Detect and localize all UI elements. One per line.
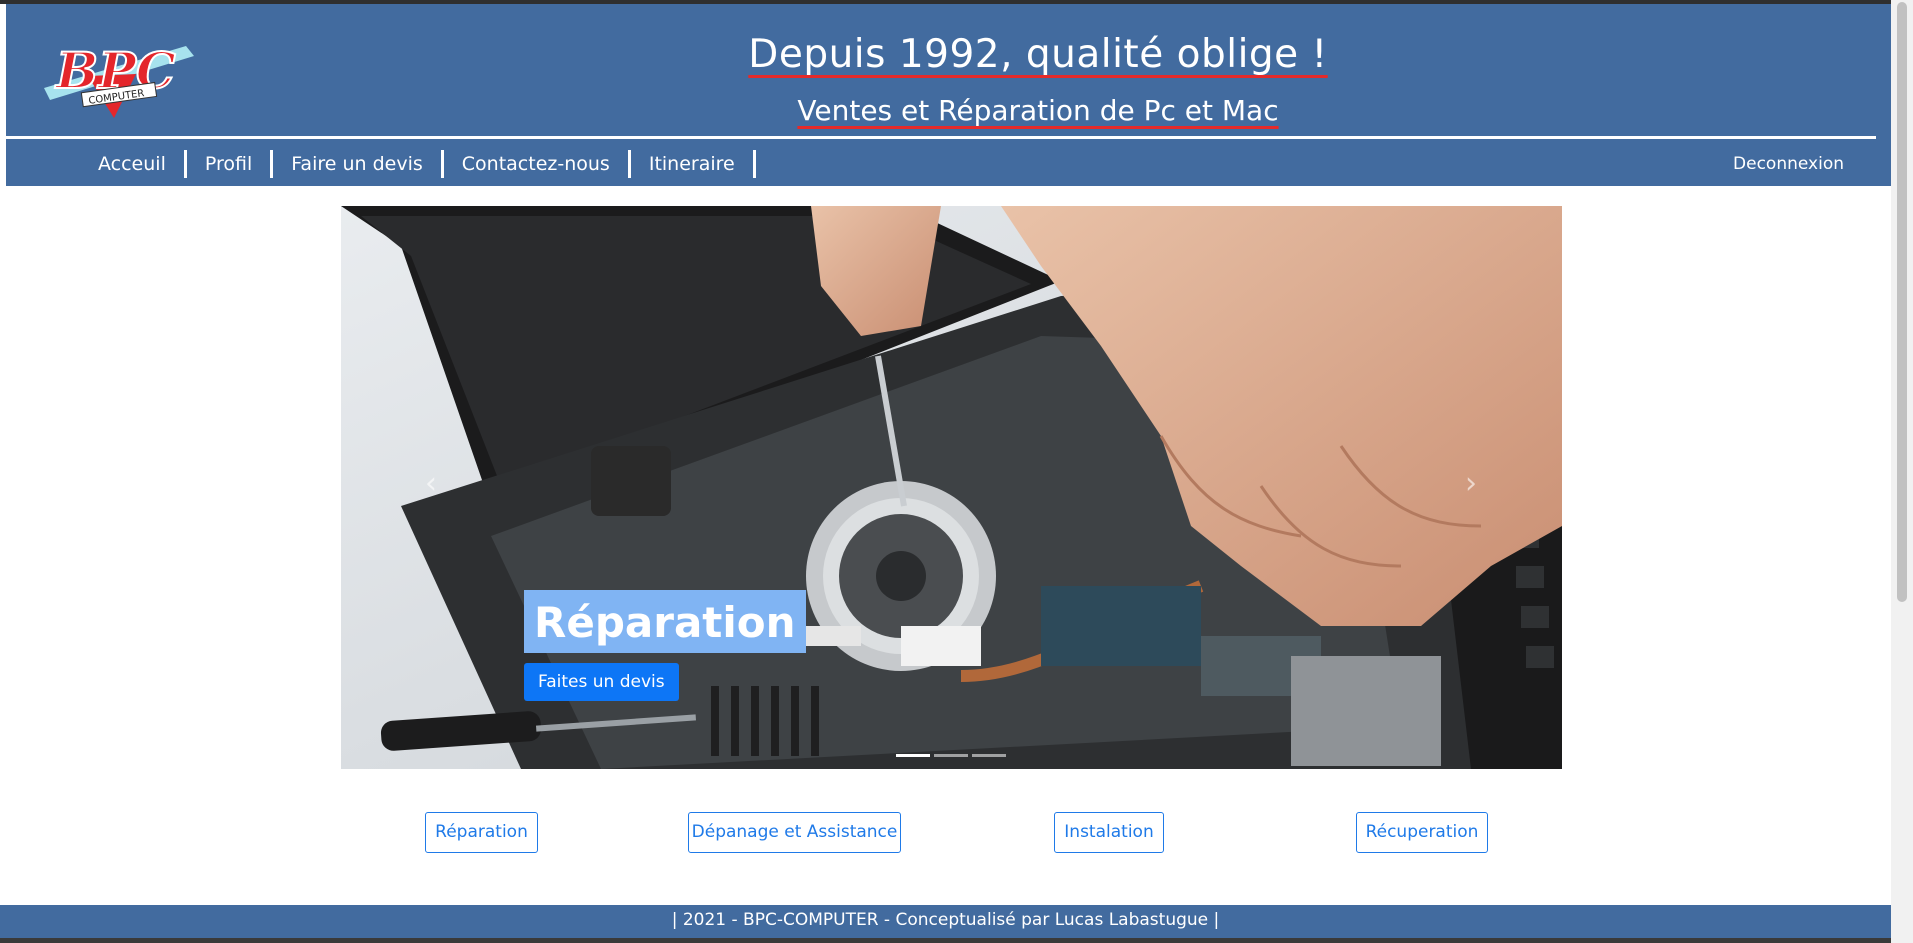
nav-item-acceuil[interactable]: Acceuil [88,150,187,178]
main-nav: Acceuil Profil Faire un devis Contactez-… [6,146,1876,182]
subheadline: Ventes et Réparation de Pc et Mac [6,94,1913,127]
nav-item-contactez-nous[interactable]: Contactez-nous [444,150,631,178]
quote-button[interactable]: Faites un devis [524,663,679,701]
window-bottom-border [0,938,1913,943]
page: BPC COMPUTER Depuis 1992, qualité oblige… [0,0,1913,943]
headline: Depuis 1992, qualité oblige ! [6,32,1913,77]
page-subtitle: Ventes et Réparation de Pc et Mac [797,94,1279,127]
carousel-next-button[interactable]: › [1451,464,1491,504]
carousel-indicator[interactable] [934,754,968,757]
carousel-indicator[interactable] [972,754,1006,757]
chevron-left-icon: ‹ [425,466,437,501]
header-divider [6,136,1876,139]
service-depanage-button[interactable]: Dépanage et Assistance [688,812,901,853]
service-buttons: Réparation Dépanage et Assistance Instal… [0,812,1913,854]
slide-caption-title: Réparation [524,590,806,653]
carousel-prev-button[interactable]: ‹ [411,464,451,504]
service-instalation-button[interactable]: Instalation [1054,812,1164,853]
hero-carousel[interactable]: ‹ › Réparation Faites un devis [341,206,1562,769]
service-reparation-button[interactable]: Réparation [425,812,538,853]
carousel-indicators [896,754,1006,757]
site-header: BPC COMPUTER Depuis 1992, qualité oblige… [6,4,1891,186]
service-recuperation-button[interactable]: Récuperation [1356,812,1488,853]
site-footer: | 2021 - BPC-COMPUTER - Conceptualisé pa… [0,905,1891,938]
nav-item-profil[interactable]: Profil [187,150,274,178]
footer-text: | 2021 - BPC-COMPUTER - Conceptualisé pa… [671,910,1220,930]
nav-item-faire-un-devis[interactable]: Faire un devis [273,150,444,178]
nav-item-itineraire[interactable]: Itineraire [631,150,756,178]
nav-items: Acceuil Profil Faire un devis Contactez-… [6,150,756,178]
carousel-indicator[interactable] [896,754,930,757]
page-scrollbar[interactable] [1891,0,1913,943]
scrollbar-thumb[interactable] [1897,2,1907,602]
page-title: Depuis 1992, qualité oblige ! [748,32,1328,77]
logout-link[interactable]: Deconnexion [1733,150,1844,178]
chevron-right-icon: › [1465,466,1477,501]
